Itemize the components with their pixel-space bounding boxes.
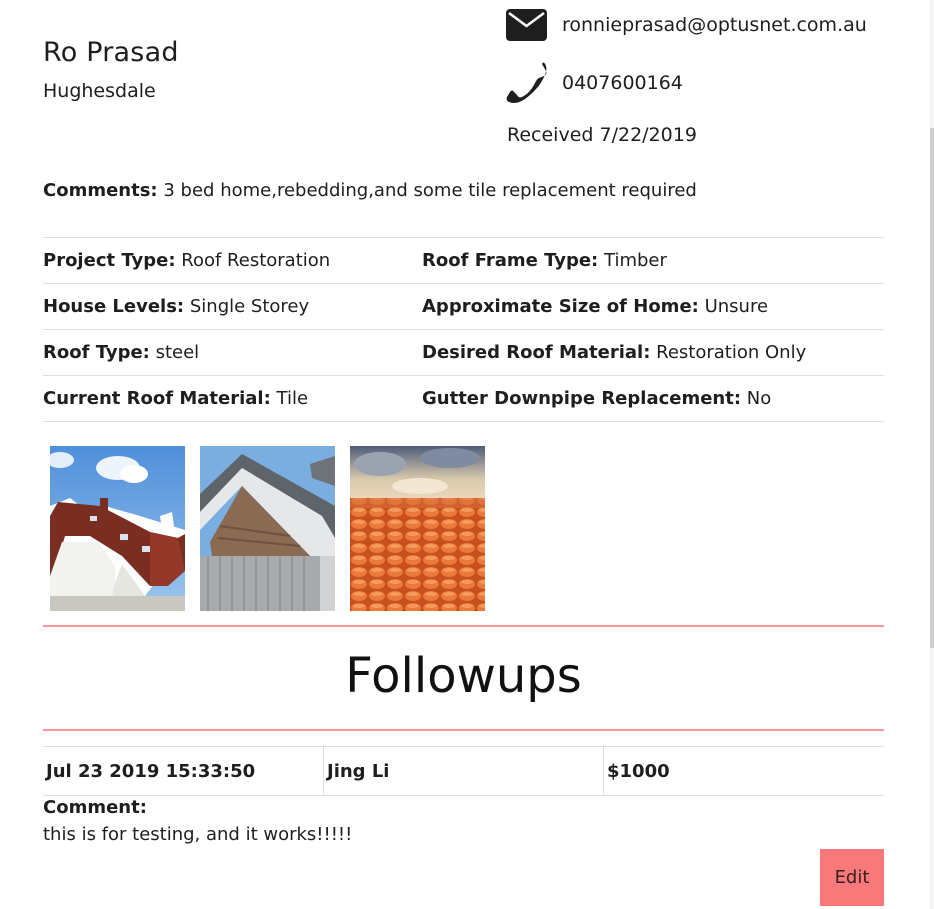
- photo-gallery: [50, 446, 500, 611]
- detail-home-size: Approximate Size of Home: Unsure: [422, 296, 769, 317]
- envelope-icon: [506, 4, 548, 46]
- detail-project-type: Project Type: Roof Restoration: [43, 250, 331, 271]
- email-row[interactable]: ronnieprasad@optusnet.com.au: [506, 4, 867, 46]
- detail-roof-frame-type: Roof Frame Type: Timber: [422, 250, 667, 271]
- followup-comment-label: Comment:: [43, 797, 147, 818]
- detail-house-levels: House Levels: Single Storey: [43, 296, 310, 317]
- followup-row: Jul 23 2019 15:33:50 Jing Li $1000: [43, 746, 884, 796]
- details-row: Current Roof Material: Tile Gutter Downp…: [43, 375, 884, 422]
- scrollbar-thumb[interactable]: [930, 128, 934, 648]
- comments-value: 3 bed home,rebedding,and some tile repla…: [163, 180, 697, 201]
- detail-desired-material: Desired Roof Material: Restoration Only: [422, 342, 807, 363]
- detail-roof-type: Roof Type: steel: [43, 342, 200, 363]
- detail-gutter-replacement: Gutter Downpipe Replacement: No: [422, 388, 772, 409]
- comments: Comments: 3 bed home,rebedding,and some …: [43, 180, 697, 201]
- phone-row[interactable]: 0407600164: [506, 62, 683, 104]
- followup-comment-text: this is for testing, and it works!!!!!: [43, 824, 353, 845]
- followup-amount: $1000: [603, 747, 883, 795]
- customer-suburb: Hughesdale: [43, 80, 156, 102]
- details-row: House Levels: Single Storey Approximate …: [43, 283, 884, 329]
- divider-top: [43, 625, 884, 627]
- details-row: Roof Type: steel Desired Roof Material: …: [43, 329, 884, 375]
- followup-date: Jul 23 2019 15:33:50: [46, 760, 256, 782]
- terracotta-tiles-photo[interactable]: [350, 446, 485, 611]
- phone-number[interactable]: 0407600164: [562, 72, 683, 94]
- followup-user: Jing Li: [323, 747, 603, 795]
- divider-bottom: [43, 729, 884, 731]
- followups-title: Followups: [345, 648, 582, 704]
- scrollbar[interactable]: [930, 0, 934, 909]
- comments-label: Comments:: [43, 180, 158, 201]
- customer-name: Ro Prasad: [43, 37, 179, 68]
- received-date: Received 7/22/2019: [507, 124, 697, 146]
- detail-current-material: Current Roof Material: Tile: [43, 388, 309, 409]
- metal-gable-roof-photo[interactable]: [200, 446, 335, 611]
- details-row: Project Type: Roof Restoration Roof Fram…: [43, 237, 884, 283]
- project-details-table: Project Type: Roof Restoration Roof Fram…: [43, 237, 884, 422]
- phone-icon: [506, 62, 548, 104]
- edit-button[interactable]: Edit: [820, 849, 884, 906]
- email-address[interactable]: ronnieprasad@optusnet.com.au: [562, 14, 867, 36]
- house-roof-photo[interactable]: [50, 446, 185, 611]
- lead-detail-page: Ro Prasad Hughesdale ronnieprasad@optusn…: [0, 0, 934, 909]
